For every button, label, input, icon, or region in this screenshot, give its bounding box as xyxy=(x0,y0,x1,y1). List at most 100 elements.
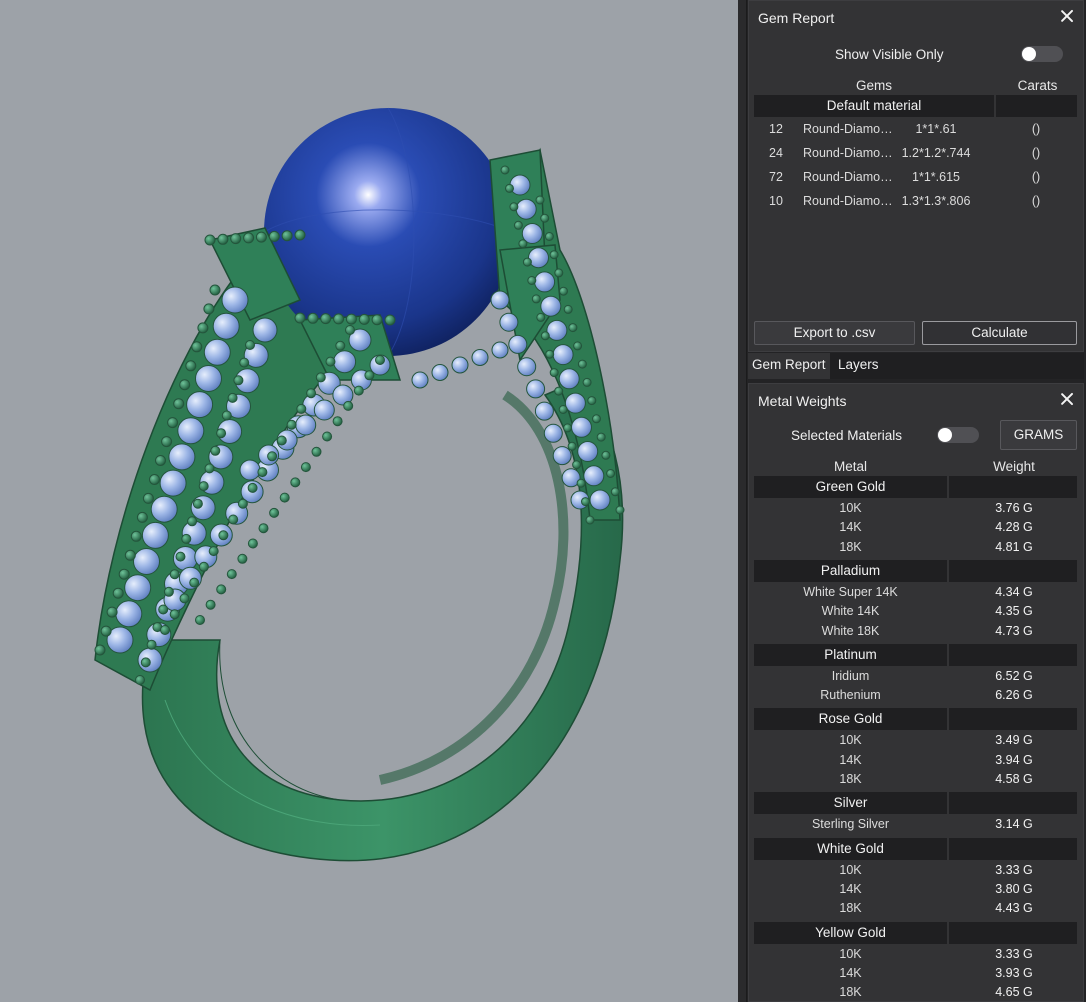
panel-tab-bar: Gem Report Layers xyxy=(748,353,1084,379)
metal-bead xyxy=(568,323,578,333)
metal-alloy-name: 18K xyxy=(839,539,862,554)
metal-bead xyxy=(558,405,568,414)
metal-row[interactable]: White 14K 4.35 G xyxy=(754,602,1077,621)
metal-row[interactable]: 18K 4.65 G xyxy=(754,983,1077,1002)
metal-row[interactable]: White Super 14K 4.34 G xyxy=(754,583,1077,602)
gem-row[interactable]: 12 Round-Diamo… 1*1*.61 () xyxy=(754,120,1077,140)
show-visible-only-label: Show Visible Only xyxy=(835,47,944,62)
metal-weight-value: 3.14 G xyxy=(995,817,1033,832)
metal-bead xyxy=(544,232,554,241)
pave-stone xyxy=(295,414,317,436)
metal-bead xyxy=(149,474,160,485)
metal-bead xyxy=(268,230,280,242)
pave-stone xyxy=(577,441,599,462)
metal-bead xyxy=(237,553,248,564)
export-csv-button[interactable]: Export to .csv xyxy=(754,321,915,345)
metal-bead xyxy=(325,356,336,367)
metal-row[interactable]: White 18K 4.73 G xyxy=(754,622,1077,641)
metal-bead xyxy=(94,644,106,656)
metal-bead xyxy=(549,250,559,260)
metal-weight-value: 3.93 G xyxy=(995,965,1033,980)
metal-bead xyxy=(247,482,258,493)
gem-carats: () xyxy=(1031,194,1041,208)
tab-gem-report[interactable]: Gem Report xyxy=(748,353,830,379)
metal-row[interactable]: Sterling Silver 3.14 G xyxy=(754,815,1077,834)
metal-bead xyxy=(332,416,343,427)
gem-carats: () xyxy=(1031,146,1041,160)
metal-bead xyxy=(216,428,227,439)
metal-bead xyxy=(364,370,375,381)
metal-row[interactable]: 18K 4.58 G xyxy=(754,770,1077,789)
metal-column-header[interactable]: Metal xyxy=(754,459,947,474)
3d-viewport[interactable] xyxy=(0,0,738,1002)
gem-row[interactable]: 10 Round-Diamo… 1.3*1.3*.806 () xyxy=(754,192,1077,212)
metal-bead xyxy=(581,497,590,507)
metal-alloy-name: 18K xyxy=(839,901,862,916)
metal-bead xyxy=(345,313,357,325)
close-icon[interactable] xyxy=(1057,6,1077,26)
carats-column-header[interactable]: Carats xyxy=(998,78,1077,93)
metal-alloy-name: 10K xyxy=(839,501,862,515)
metal-bead xyxy=(567,441,577,451)
gems-column-header[interactable]: Gems xyxy=(754,78,994,93)
pave-stone xyxy=(552,446,572,466)
metal-row[interactable]: 10K 3.76 G xyxy=(754,499,1077,518)
gem-row[interactable]: 24 Round-Diamo… 1.2*1.2*.744 () xyxy=(754,144,1077,164)
metal-group-header: White Gold xyxy=(754,837,1077,860)
metal-bead xyxy=(187,516,198,527)
metal-group-name: Silver xyxy=(833,795,868,811)
units-grams-button[interactable]: GRAMS xyxy=(1000,420,1077,450)
pave-stone xyxy=(571,416,592,438)
gem-count: 24 xyxy=(769,146,783,160)
selected-materials-label: Selected Materials xyxy=(791,428,903,443)
gem-row[interactable]: 72 Round-Diamo… 1*1*.615 () xyxy=(754,168,1077,188)
pave-stone xyxy=(190,495,216,521)
gem-size: 1.2*1.2*.744 xyxy=(901,146,971,160)
metal-group-header: Yellow Gold xyxy=(754,921,1077,944)
metal-row[interactable]: 10K 3.49 G xyxy=(754,731,1077,750)
metal-row[interactable]: 14K 3.80 G xyxy=(754,880,1077,899)
show-visible-only-toggle[interactable] xyxy=(1021,46,1063,62)
metal-row[interactable]: 14K 3.94 G xyxy=(754,751,1077,770)
pave-stone xyxy=(583,465,605,487)
pave-stone xyxy=(471,349,489,366)
pave-stone xyxy=(558,368,580,390)
pave-stone xyxy=(589,489,611,511)
metal-row[interactable]: 14K 4.28 G xyxy=(754,518,1077,537)
metal-bead xyxy=(228,514,239,525)
metal-bead xyxy=(163,586,174,597)
metal-bead xyxy=(169,569,180,580)
gem-count: 12 xyxy=(769,122,783,136)
metal-weight-value: 4.43 G xyxy=(995,901,1033,916)
pave-stone xyxy=(564,392,586,414)
metal-bead xyxy=(175,551,186,562)
metal-row[interactable]: 10K 3.33 G xyxy=(754,945,1077,964)
pave-stone xyxy=(411,371,429,389)
pave-stone xyxy=(491,341,509,359)
pave-stone xyxy=(528,247,549,269)
metal-row[interactable]: Ruthenium 6.26 G xyxy=(754,686,1077,705)
metal-weight-value: 4.28 G xyxy=(995,520,1033,535)
metal-bead xyxy=(204,463,215,474)
metal-bead xyxy=(204,234,216,246)
metal-row[interactable]: 18K 4.81 G xyxy=(754,538,1077,557)
metal-row[interactable]: 18K 4.43 G xyxy=(754,899,1077,918)
weight-column-header[interactable]: Weight xyxy=(951,459,1077,474)
pave-stone xyxy=(508,334,528,354)
metal-weight-value: 3.94 G xyxy=(995,752,1033,767)
calculate-button[interactable]: Calculate xyxy=(922,321,1077,345)
tab-layers[interactable]: Layers xyxy=(834,353,883,379)
selected-materials-toggle[interactable] xyxy=(937,427,979,443)
pave-stone xyxy=(186,391,214,419)
metal-weights-title: Metal Weights xyxy=(758,393,847,409)
metal-row[interactable]: 14K 3.93 G xyxy=(754,964,1077,983)
metal-bead xyxy=(233,375,244,386)
metal-bead xyxy=(500,165,510,175)
metal-bead xyxy=(160,625,170,635)
close-icon[interactable] xyxy=(1057,389,1077,409)
metal-group-name: Green Gold xyxy=(815,479,886,494)
metal-row[interactable]: 10K 3.33 G xyxy=(754,861,1077,880)
metal-bead xyxy=(221,410,232,421)
metal-row[interactable]: Iridium 6.52 G xyxy=(754,667,1077,686)
metal-bead xyxy=(243,232,255,244)
